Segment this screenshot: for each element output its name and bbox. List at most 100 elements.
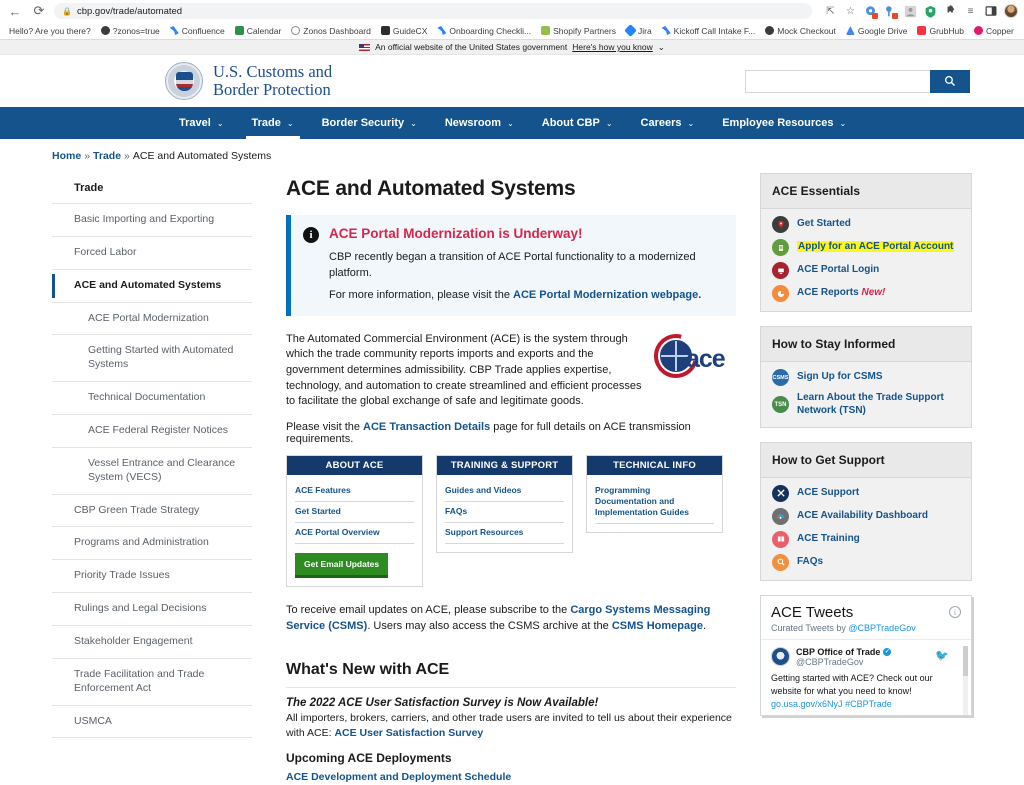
extension-gray-icon[interactable]	[904, 5, 917, 18]
bookmark-item[interactable]: GuideCX	[376, 26, 433, 36]
reload-icon[interactable]: ⟳	[30, 2, 48, 20]
ace-deployment-schedule-link[interactable]: ACE Development and Deployment Schedule	[286, 771, 511, 783]
calendar-icon	[235, 26, 244, 35]
rail-item-sign-up-for-csms[interactable]: CSMS Sign Up for CSMS	[761, 366, 971, 389]
get-email-updates-button[interactable]: Get Email Updates	[295, 553, 388, 578]
curated-handle-link[interactable]: @CBPTradeGov	[848, 623, 915, 633]
sidebar-item-programs-and-administration[interactable]: Programs and Administration	[52, 527, 252, 560]
ace-transaction-details-link[interactable]: ACE Transaction Details	[363, 421, 490, 433]
tweet-text-body: Getting started with ACE? Check out our …	[771, 673, 933, 696]
bookmark-item[interactable]: Calendar	[230, 26, 287, 36]
address-bar[interactable]: 🔒 cbp.gov/trade/automated	[54, 3, 812, 19]
rail-item-ace-support[interactable]: ACE Support	[761, 482, 971, 505]
site-logo[interactable]: U.S. Customs and Border Protection	[165, 62, 332, 100]
back-arrow-icon[interactable]: ←	[6, 2, 24, 20]
sidebar-item-ace-portal-modernization[interactable]: ACE Portal Modernization	[52, 303, 252, 336]
share-icon[interactable]: ⇱	[824, 5, 837, 18]
bookmark-item[interactable]: ?zonos=true	[96, 26, 165, 36]
drive-icon	[846, 26, 855, 35]
breadcrumb-trade[interactable]: Trade	[93, 150, 121, 162]
card-link-programming-documentation[interactable]: Programming Documentation and Implementa…	[595, 481, 714, 524]
bookmark-item[interactable]: GrubHub	[912, 26, 969, 36]
extension-green-icon[interactable]	[924, 5, 937, 18]
extension-settings-icon[interactable]	[864, 5, 877, 18]
tweets-title: ACE Tweets	[771, 604, 853, 621]
sidebar-item-forced-labor[interactable]: Forced Labor	[52, 237, 252, 270]
breadcrumb-home[interactable]: Home	[52, 150, 81, 162]
chevron-down-icon[interactable]: ⌄	[658, 42, 665, 53]
info-circle-icon[interactable]: i	[949, 606, 961, 618]
sidebar-item-ace-and-automated-systems[interactable]: ACE and Automated Systems	[52, 270, 252, 303]
sidebar-item-priority-trade-issues[interactable]: Priority Trade Issues	[52, 560, 252, 593]
card-link-faqs[interactable]: FAQs	[445, 502, 564, 523]
bookmark-item[interactable]: Hello? Are you there?	[4, 26, 96, 36]
chevron-down-icon: ⌄	[606, 119, 613, 128]
ace-user-satisfaction-survey-link[interactable]: ACE User Satisfaction Survey	[334, 727, 483, 739]
card-link-ace-portal-overview[interactable]: ACE Portal Overview	[295, 523, 414, 544]
card-link-ace-features[interactable]: ACE Features	[295, 481, 414, 502]
rail-item-ace-availability-dashboard[interactable]: ACE Availability Dashboard	[761, 505, 971, 528]
bookmark-label: Onboarding Checkli...	[449, 26, 531, 36]
nav-label: Newsroom	[445, 117, 501, 129]
how-you-know-link[interactable]: Here's how you know	[572, 42, 653, 52]
card-link-support-resources[interactable]: Support Resources	[445, 523, 564, 544]
tweet-hashtag[interactable]: #CBPTrade	[845, 699, 892, 709]
bookmark-item[interactable]: Confluence	[165, 26, 230, 36]
sidebar-item-ace-federal-register-notices[interactable]: ACE Federal Register Notices	[52, 415, 252, 448]
star-icon[interactable]: ☆	[844, 5, 857, 18]
sidebar-item-vessel-entrance-and-clearance-system[interactable]: Vessel Entrance and Clearance System (VE…	[52, 448, 252, 495]
nav-item-border-security[interactable]: Border Security ⌄	[308, 107, 431, 139]
ace-portal-modernization-link[interactable]: ACE Portal Modernization webpage.	[513, 289, 701, 301]
tweet-link[interactable]: go.usa.gov/x6NyJ	[771, 699, 843, 709]
extension-key-icon[interactable]	[884, 5, 897, 18]
bookmark-item[interactable]: Mock Checkout	[760, 26, 841, 36]
nav-label: Careers	[641, 117, 682, 129]
rail-item-ace-portal-login[interactable]: ACE Portal Login	[761, 259, 971, 282]
card-link-guides-and-videos[interactable]: Guides and Videos	[445, 481, 564, 502]
nav-item-newsroom[interactable]: Newsroom ⌄	[431, 107, 528, 139]
csms-homepage-link[interactable]: CSMS Homepage	[612, 620, 703, 632]
tweet-scrollbar-thumb[interactable]	[963, 646, 968, 676]
bookmark-item[interactable]: Jira	[621, 26, 657, 36]
rail-item-ace-reports[interactable]: ACE Reports New!	[761, 282, 971, 305]
nav-item-trade[interactable]: Trade ⌄	[238, 107, 308, 139]
sidebar-item-usmca[interactable]: USMCA	[52, 706, 252, 739]
nav-item-careers[interactable]: Careers ⌄	[627, 107, 709, 139]
nav-item-travel[interactable]: Travel ⌄	[165, 107, 238, 139]
bookmark-item[interactable]: Shopify Partners	[536, 26, 621, 36]
sidebar-item-basic-importing-and-exporting[interactable]: Basic Importing and Exporting	[52, 204, 252, 237]
nav-item-employee-resources[interactable]: Employee Resources ⌄	[708, 107, 860, 139]
search-input[interactable]	[745, 70, 930, 93]
sidebar-item-rulings-and-legal-decisions[interactable]: Rulings and Legal Decisions	[52, 593, 252, 626]
rail-item-label: FAQs	[797, 556, 823, 569]
rail-item-apply-for-ace-portal-account[interactable]: Apply for an ACE Portal Account	[761, 236, 971, 259]
bookmark-item[interactable]: Copper	[969, 26, 1019, 36]
rail-item-trade-support-network[interactable]: TSN Learn About the Trade Support Networ…	[761, 389, 971, 421]
sidepanel-icon[interactable]	[984, 5, 997, 18]
reading-list-icon[interactable]: ≡	[964, 5, 977, 18]
puzzle-icon[interactable]	[944, 5, 957, 18]
card-title: TECHNICAL INFO	[587, 456, 722, 475]
tweet-item[interactable]: 🐦 CBP Office of Trade✓ @CBPTradeGov Gett…	[761, 639, 971, 715]
sidebar-item-stakeholder-engagement[interactable]: Stakeholder Engagement	[52, 626, 252, 659]
ace-tweets-widget: ACE Tweets i Curated Tweets by @CBPTrade…	[760, 595, 972, 716]
bookmark-item[interactable]: Kickoff Call Intake F...	[657, 26, 761, 36]
sidebar-item-technical-documentation[interactable]: Technical Documentation	[52, 382, 252, 415]
rail-item-ace-training[interactable]: ACE Training	[761, 528, 971, 551]
sidebar-item-trade-facilitation-and-trade-enforcement-act[interactable]: Trade Facilitation and Trade Enforcement…	[52, 659, 252, 706]
card-body: Guides and Videos FAQs Support Resources	[437, 475, 572, 552]
rail-list: Get Started Apply for an ACE Portal Acco…	[761, 209, 971, 311]
search-button[interactable]	[930, 70, 970, 93]
card-link-get-started[interactable]: Get Started	[295, 502, 414, 523]
nav-item-about-cbp[interactable]: About CBP ⌄	[528, 107, 627, 139]
sidebar-item-cbp-green-trade-strategy[interactable]: CBP Green Trade Strategy	[52, 495, 252, 528]
profile-avatar[interactable]	[1004, 4, 1018, 18]
monitor-icon	[772, 262, 789, 279]
rail-item-faqs[interactable]: FAQs	[761, 551, 971, 574]
rail-item-get-started[interactable]: Get Started	[761, 213, 971, 236]
sidebar-item-getting-started-with-automated-systems[interactable]: Getting Started with Automated Systems	[52, 335, 252, 382]
bookmark-item[interactable]: Onboarding Checkli...	[432, 26, 536, 36]
gauge-icon	[772, 508, 789, 525]
bookmark-item[interactable]: Zonos Dashboard	[286, 26, 376, 36]
bookmark-item[interactable]: Google Drive	[841, 26, 913, 36]
